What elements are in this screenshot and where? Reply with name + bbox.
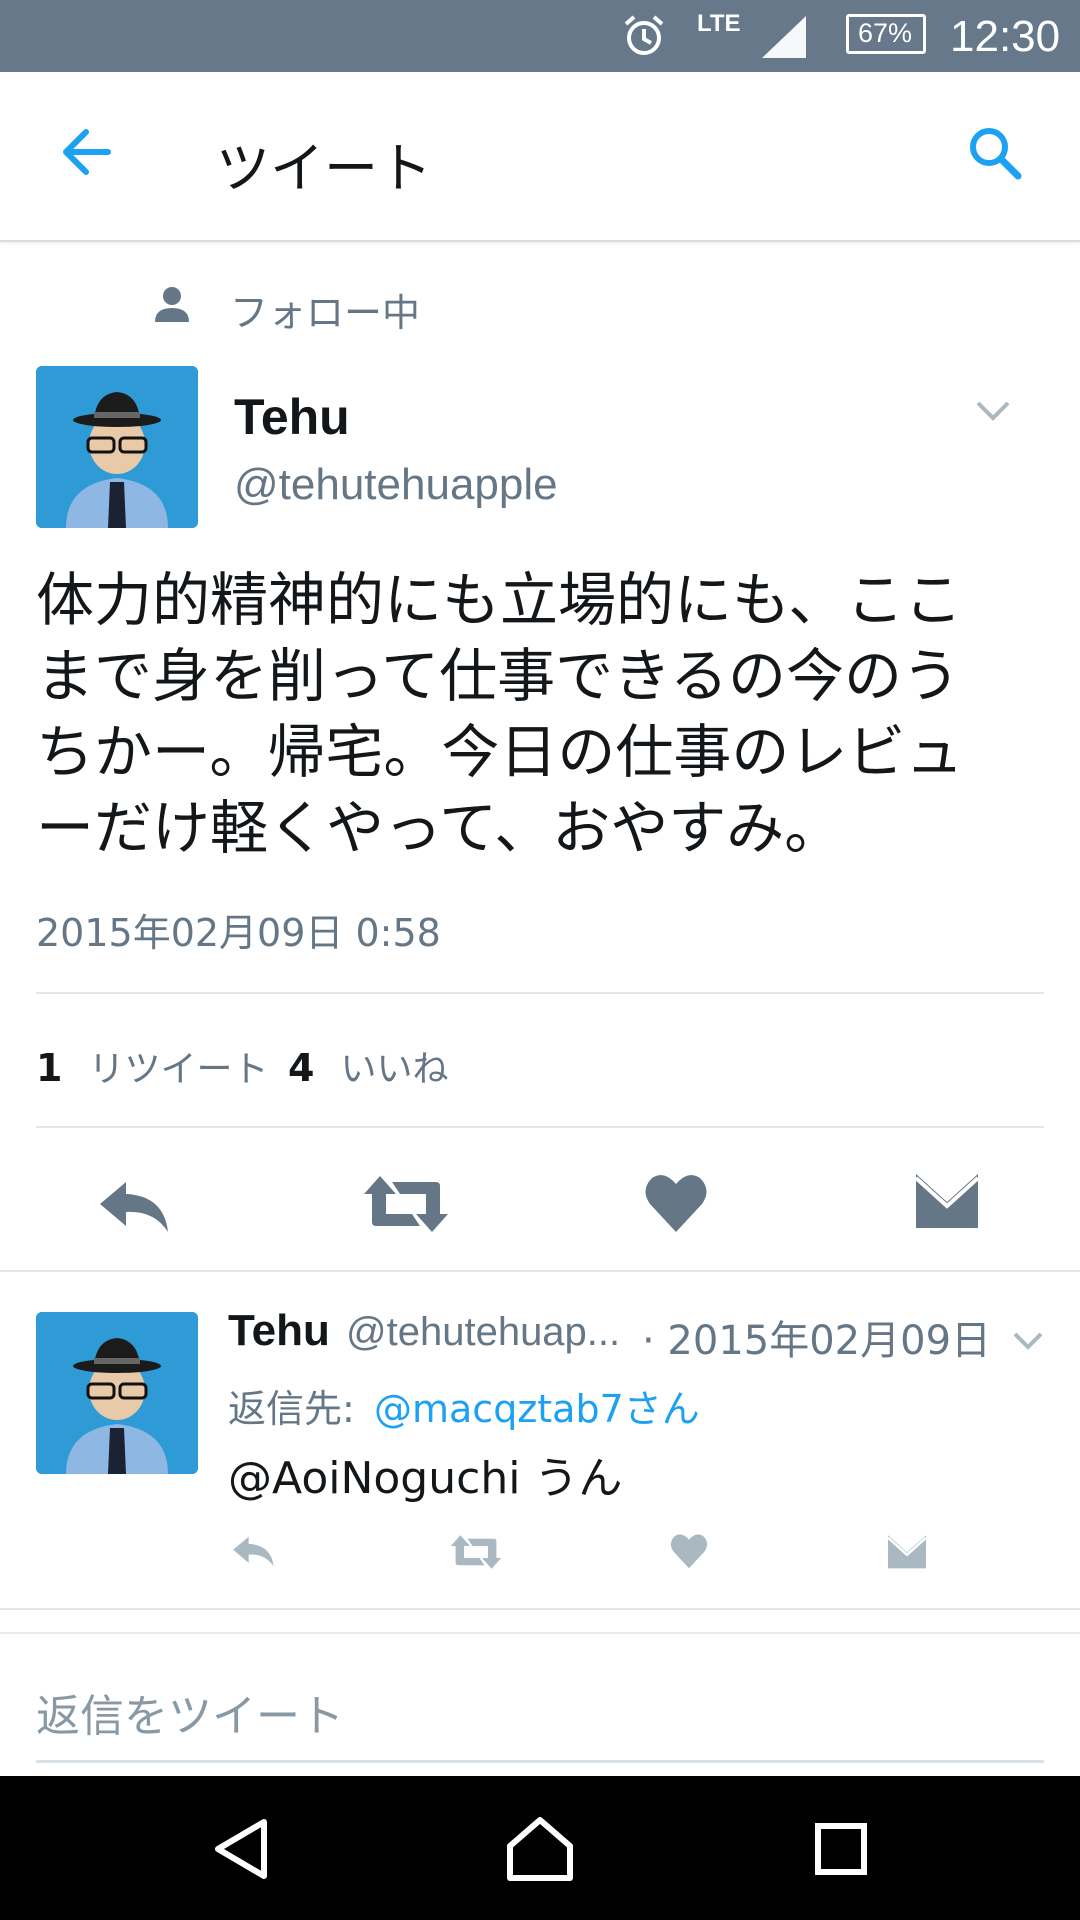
reply-date: · 2015年02月09日 <box>642 1318 992 1364</box>
back-arrow-icon[interactable] <box>58 124 114 180</box>
tweet-text-line: 体力的精神的にも立場的にも、ここ <box>36 566 963 634</box>
user-handle[interactable]: @tehutehuapple <box>234 460 558 510</box>
status-bar: LTE 67% 12:30 <box>0 0 1080 72</box>
display-name[interactable]: Tehu <box>234 388 350 446</box>
reply-to-user[interactable]: @macqztab7さん <box>374 1378 700 1433</box>
reply-handle[interactable]: @tehutehuap... <box>346 1310 620 1355</box>
tweet-text: 体力的精神的にも立場的にも、ここ まで身を削って仕事できるの今のう ちかー。帰宅… <box>36 562 1056 866</box>
home-icon[interactable] <box>506 1816 574 1882</box>
retweet-icon[interactable] <box>364 1174 448 1234</box>
reply-message-icon[interactable] <box>886 1534 928 1572</box>
retweet-count: 1 <box>36 1046 63 1090</box>
chevron-down-icon[interactable] <box>974 398 1012 424</box>
tweet-text-line: ーだけ軽くやって、おやすみ。 <box>36 794 843 862</box>
direct-message-icon[interactable] <box>914 1172 980 1234</box>
alarm-icon <box>624 15 664 55</box>
divider <box>0 1608 1080 1610</box>
compose-placeholder: 返信をツイート <box>36 1691 344 1742</box>
navigation-bar <box>0 1776 1080 1920</box>
reply-retweet-icon[interactable] <box>450 1534 502 1570</box>
reply-chevron-down-icon[interactable] <box>1012 1330 1044 1352</box>
app-bar: ツイート <box>0 72 1080 242</box>
signal-icon <box>762 16 806 58</box>
reply-like-icon[interactable] <box>670 1532 708 1570</box>
reply-tweet[interactable]: Tehu @tehutehuap... · 2015年02月09日 返信先: @… <box>0 1272 1080 1610</box>
reply-display-name[interactable]: Tehu <box>228 1306 330 1356</box>
divider <box>36 1126 1044 1128</box>
clock: 12:30 <box>950 12 1061 61</box>
reply-text: @AoiNoguchi うん <box>228 1453 623 1504</box>
reply-icon[interactable] <box>98 1178 172 1234</box>
like-count: 4 <box>288 1046 315 1090</box>
reply-compose-field[interactable]: 返信をツイート <box>36 1660 1044 1763</box>
like-icon[interactable] <box>644 1172 708 1234</box>
divider <box>0 1632 1080 1634</box>
page-title: ツイート <box>216 137 432 200</box>
social-context: フォロー中 <box>230 291 421 335</box>
like-label: いいね <box>340 1049 449 1090</box>
person-icon <box>155 287 189 322</box>
main-tweet: フォロー中 Tehu @tehutehuapple 体力的精神的にも立場的にも、… <box>0 242 1080 1272</box>
network-type: LTE <box>697 10 741 37</box>
recents-icon[interactable] <box>814 1822 868 1876</box>
back-triangle-icon[interactable] <box>212 1818 270 1880</box>
retweet-stat[interactable]: 1 リツイート <box>36 1040 269 1092</box>
reply-to-label: 返信先: <box>228 1387 355 1431</box>
tweet-timestamp: 2015年02月09日 0:58 <box>36 911 441 955</box>
avatar[interactable] <box>36 366 198 528</box>
like-stat[interactable]: 4 いいね <box>288 1040 449 1092</box>
retweet-label: リツイート <box>88 1049 269 1090</box>
tweet-text-line: ちかー。帰宅。今日の仕事のレビュ <box>36 718 964 786</box>
divider <box>36 992 1044 994</box>
tweet-text-line: まで身を削って仕事できるの今のう <box>36 642 960 710</box>
battery-level: 67% <box>858 18 913 48</box>
search-icon[interactable] <box>966 124 1024 182</box>
reply-reply-icon[interactable] <box>232 1534 276 1568</box>
reply-avatar[interactable] <box>36 1312 198 1474</box>
